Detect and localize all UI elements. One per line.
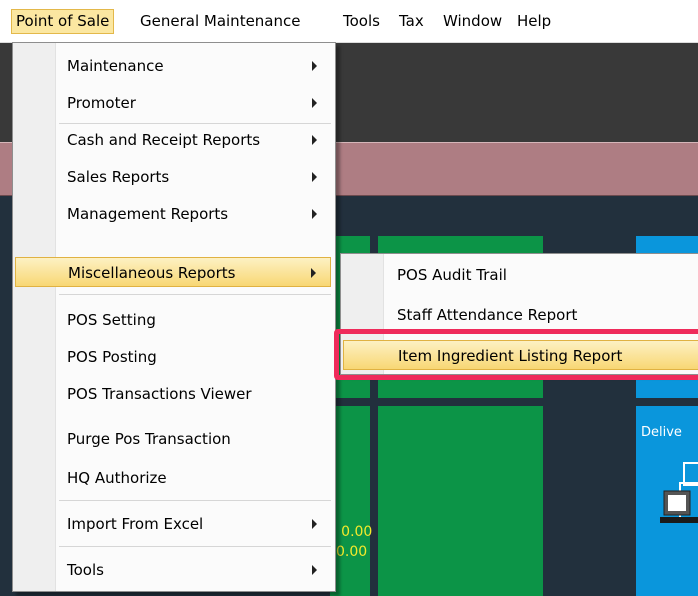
menu-general-maintenance[interactable]: General Maintenance: [136, 9, 304, 34]
chevron-right-icon: [312, 519, 317, 529]
chevron-right-icon: [311, 268, 316, 278]
submenu-item-label: POS Audit Trail: [397, 266, 507, 284]
menu-point-of-sale[interactable]: Point of Sale: [11, 9, 115, 34]
menu-item-tools[interactable]: Tools: [15, 555, 331, 585]
menu-item-label: Promoter: [67, 94, 136, 112]
submenu-item-label: Item Ingredient Listing Report: [398, 347, 623, 365]
menu-item-promoter[interactable]: Promoter: [15, 88, 331, 118]
delivery-tile-label: Delive: [641, 425, 682, 440]
chevron-right-icon: [312, 135, 317, 145]
chevron-right-icon: [312, 98, 317, 108]
chevron-right-icon: [312, 172, 317, 182]
menu-item-label: Maintenance: [67, 57, 164, 75]
menu-separator: [59, 123, 331, 124]
delivery-icon: [660, 462, 698, 523]
tile-gap: [330, 398, 543, 406]
menu-item-hq-authorize[interactable]: HQ Authorize: [15, 463, 331, 493]
menu-tools[interactable]: Tools: [339, 9, 384, 34]
menu-item-label: Tools: [67, 561, 104, 579]
chevron-right-icon: [312, 209, 317, 219]
point-of-sale-dropdown: Maintenance Promoter Cash and Receipt Re…: [12, 42, 336, 592]
menu-item-purge-pos-transaction[interactable]: Purge Pos Transaction: [15, 424, 331, 454]
menu-item-label: Sales Reports: [67, 168, 170, 186]
submenu-item-staff-attendance-report[interactable]: Staff Attendance Report: [343, 300, 698, 330]
menu-item-maintenance[interactable]: Maintenance: [15, 51, 331, 81]
menu-item-pos-setting[interactable]: POS Setting: [15, 305, 331, 335]
miscellaneous-reports-submenu: POS Audit Trail Staff Attendance Report …: [340, 253, 698, 375]
tile-gap-blue: [636, 398, 698, 406]
menu-separator: [59, 294, 331, 295]
menu-bar: Point of Sale General Maintenance Tools …: [0, 0, 698, 43]
menu-item-cash-and-receipt-reports[interactable]: Cash and Receipt Reports: [15, 125, 331, 155]
chevron-right-icon: [312, 565, 317, 575]
menu-item-label: POS Setting: [67, 311, 156, 329]
menu-item-miscellaneous-reports[interactable]: Miscellaneous Reports: [15, 257, 331, 287]
menu-item-label: Miscellaneous Reports: [68, 264, 236, 282]
menu-window[interactable]: Window: [439, 9, 506, 34]
menu-item-import-from-excel[interactable]: Import From Excel: [15, 509, 331, 539]
menu-item-label: Cash and Receipt Reports: [67, 131, 261, 149]
menu-item-label: Import From Excel: [67, 515, 204, 533]
menu-separator: [59, 546, 331, 547]
menu-item-label: Purge Pos Transaction: [67, 430, 231, 448]
menu-item-pos-transactions-viewer[interactable]: POS Transactions Viewer: [15, 379, 331, 409]
menu-item-label: HQ Authorize: [67, 469, 167, 487]
amount-text-2: 0.00: [336, 544, 368, 560]
menu-item-label: POS Transactions Viewer: [67, 385, 252, 403]
menu-item-pos-posting[interactable]: POS Posting: [15, 342, 331, 372]
menu-tax[interactable]: Tax: [395, 9, 428, 34]
menu-item-sales-reports[interactable]: Sales Reports: [15, 162, 331, 192]
submenu-item-label: Staff Attendance Report: [397, 306, 578, 324]
menu-item-label: POS Posting: [67, 348, 157, 366]
submenu-item-pos-audit-trail[interactable]: POS Audit Trail: [343, 260, 698, 290]
menu-separator: [59, 500, 331, 501]
amount-text-1: : 0.00: [332, 524, 373, 540]
menu-item-management-reports[interactable]: Management Reports: [15, 199, 331, 229]
menu-help[interactable]: Help: [513, 9, 555, 34]
menu-item-label: Management Reports: [67, 205, 229, 223]
submenu-item-item-ingredient-listing-report[interactable]: Item Ingredient Listing Report: [343, 340, 698, 370]
chevron-right-icon: [312, 61, 317, 71]
